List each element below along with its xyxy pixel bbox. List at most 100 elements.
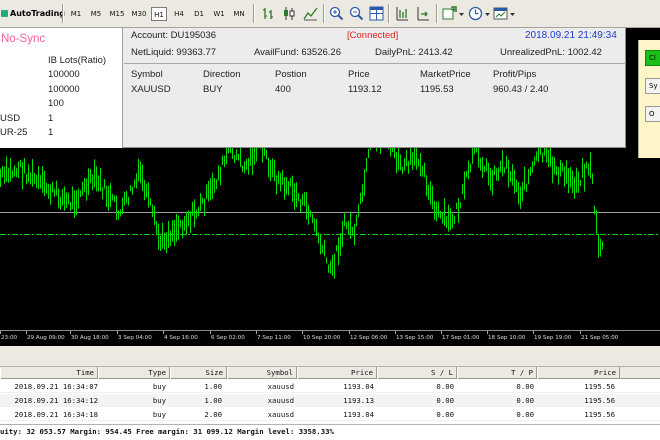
timeframe-d1[interactable]: D1 [190, 7, 208, 21]
templates-icon[interactable] [493, 6, 508, 21]
cell-tp: 0.00 [516, 410, 534, 419]
timeframe-h1[interactable]: H1 [151, 7, 167, 21]
account-status-line: uity: 32 053.57 Margin: 954.45 Free marg… [0, 424, 660, 440]
position-direction: BUY [203, 84, 223, 95]
time-axis-label: 10 Sep 20:00 [303, 335, 341, 341]
options-button[interactable]: O [645, 106, 660, 122]
panel-divider [124, 63, 626, 64]
cell-cur-price: 1195.56 [584, 396, 615, 405]
bar-chart-icon[interactable] [261, 6, 276, 21]
cell-type: buy [152, 382, 166, 391]
position-market-price: 1195.53 [420, 84, 454, 95]
cell-tp: 0.00 [516, 396, 534, 405]
time-axis-tick [26, 331, 27, 334]
side-button-panel: Cl Sy O [638, 40, 660, 158]
cell-size: 2.00 [204, 410, 222, 419]
cell-size: 1.00 [204, 396, 222, 405]
timeframe-h4[interactable]: H4 [170, 7, 188, 21]
tile-windows-icon[interactable] [369, 6, 384, 21]
periods-icon[interactable] [468, 6, 483, 21]
zoom-in-icon[interactable] [329, 6, 344, 21]
zoom-out-icon[interactable] [349, 6, 364, 21]
time-axis-tick [163, 331, 164, 334]
terminal-separator [0, 346, 660, 367]
cell-symbol: xauusd [267, 396, 294, 405]
position-price: 1193.12 [348, 84, 382, 95]
time-axis-label: 29 Aug 09:00 [27, 335, 65, 341]
datetime: 2018.09.21 21:49:34 [525, 30, 617, 41]
time-axis-tick [580, 331, 581, 334]
col-sl-header[interactable]: S / L [377, 367, 457, 379]
col-position-header: Postion [275, 69, 307, 80]
ib-lots-value: 1 [48, 127, 54, 138]
position-size: 400 [275, 84, 291, 95]
cell-sl: 0.00 [436, 410, 454, 419]
time-axis-tick [256, 331, 257, 334]
account-label: Account: DU195036 [131, 30, 217, 41]
col-time-header[interactable]: Time [0, 367, 98, 379]
avail-fund: AvailFund: 63526.26 [254, 47, 341, 58]
time-axis-label: 4 Sep 16:00 [164, 335, 198, 341]
cell-type: buy [152, 396, 166, 405]
cell-price: 1193.13 [343, 396, 374, 405]
cell-symbol: xauusd [267, 410, 294, 419]
col-current-price-header[interactable]: Price [537, 367, 620, 379]
col-size-header[interactable]: Size [170, 367, 227, 379]
chevron-down-icon[interactable] [509, 6, 524, 21]
time-axis-label: 30 Aug 18:00 [71, 335, 109, 341]
autotrading-label: AutoTrading [10, 9, 66, 18]
account-info-panel: No-Sync IB Lots(Ratio) 100000 100000 100 US… [0, 28, 626, 148]
toolbar-separator [62, 4, 64, 23]
table-row[interactable]: 2018.09.21 16:34:12 buy 1.00 xauusd 1193.13 0… [0, 394, 660, 407]
sync-button[interactable]: Sy [645, 78, 660, 94]
chart-shift-icon[interactable] [394, 6, 409, 21]
candlestick-icon[interactable] [282, 6, 297, 21]
time-axis-tick [117, 331, 118, 334]
autotrading-icon [1, 10, 8, 17]
timeframe-m15[interactable]: M15 [107, 7, 127, 21]
timeframe-m5[interactable]: M5 [87, 7, 105, 21]
cell-size: 1.00 [204, 382, 222, 391]
time-axis-tick [441, 331, 442, 334]
daily-pnl: DailyPnL: 2413.42 [375, 47, 453, 58]
time-axis-label: 13 Sep 15:00 [396, 335, 434, 341]
line-chart-icon[interactable] [303, 6, 318, 21]
cell-sl: 0.00 [436, 382, 454, 391]
trade-table-header: Time Type Size Symbol Price S / L T / P … [0, 367, 660, 379]
auto-scroll-icon[interactable] [415, 6, 430, 21]
indicators-icon[interactable] [442, 6, 457, 21]
autotrading-button[interactable]: AutoTrading [0, 4, 65, 23]
col-price-header[interactable]: Price [297, 367, 377, 379]
time-axis-tick [0, 331, 1, 334]
time-axis-label: 21 Sep 05:00 [581, 335, 619, 341]
col-tp-header[interactable]: T / P [457, 367, 537, 379]
unrealized-pnl: UnrealizedPnL: 1002.42 [500, 47, 602, 58]
position-profit-pips: 960.43 / 2.40 [493, 84, 549, 95]
timeframe-mn[interactable]: MN [230, 7, 248, 21]
col-type-header[interactable]: Type [98, 367, 170, 379]
cell-time: 2018.09.21 16:34:12 [14, 396, 98, 405]
cell-type: buy [152, 410, 166, 419]
toolbar-separator [253, 4, 255, 23]
ib-lots-symbol: USD [0, 112, 21, 124]
col-price-header: Price [348, 69, 370, 80]
table-row[interactable]: 2018.09.21 16:34:07 buy 1.00 xauusd 1193.04 0… [0, 380, 660, 393]
timeframe-m30[interactable]: M30 [129, 7, 149, 21]
time-axis-label: 6 Sep 02:00 [211, 335, 245, 341]
col-symbol-header[interactable]: Symbol [227, 367, 297, 379]
table-row[interactable]: 2018.09.21 16:34:18 buy 2.00 xauusd 1193.04 0… [0, 408, 660, 421]
ib-lots-value: 100000 [48, 83, 80, 95]
time-axis-label: 19 Sep 19:00 [534, 335, 572, 341]
timeframe-w1[interactable]: W1 [210, 7, 228, 21]
cell-tp: 0.00 [516, 382, 534, 391]
timeframe-m1[interactable]: M1 [67, 7, 85, 21]
toolbar: AutoTrading M1 M5 M15 M30 H1 H4 D1 W1 MN [0, 0, 660, 28]
cell-time: 2018.09.21 16:34:07 [14, 382, 98, 391]
close-all-button[interactable]: Cl [645, 50, 660, 66]
cell-time: 2018.09.21 16:34:18 [14, 410, 98, 419]
time-axis-label: 7 Sep 11:00 [257, 335, 291, 341]
cell-cur-price: 1195.56 [584, 410, 615, 419]
time-axis-tick [395, 331, 396, 334]
time-axis-tick [487, 331, 488, 334]
time-axis-label: 3 Sep 04:00 [118, 335, 152, 341]
